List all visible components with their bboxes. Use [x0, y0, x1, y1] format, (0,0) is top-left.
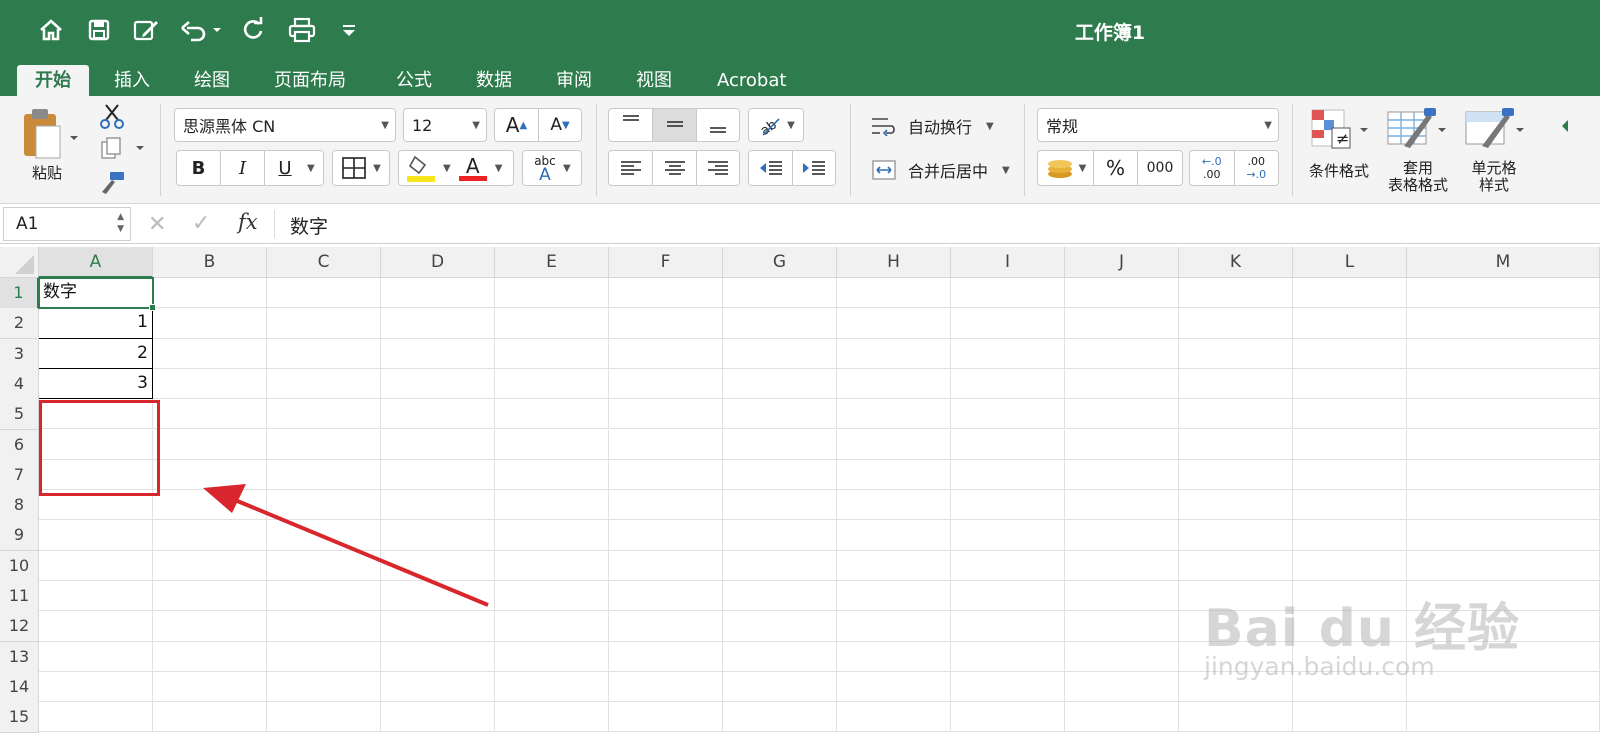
excel-window: 工作簿1 开始 插入 绘图 页面布局 公式 数据 审阅 视图 Acrobat 粘…	[0, 0, 1600, 738]
annotation-arrow-icon	[203, 484, 489, 607]
